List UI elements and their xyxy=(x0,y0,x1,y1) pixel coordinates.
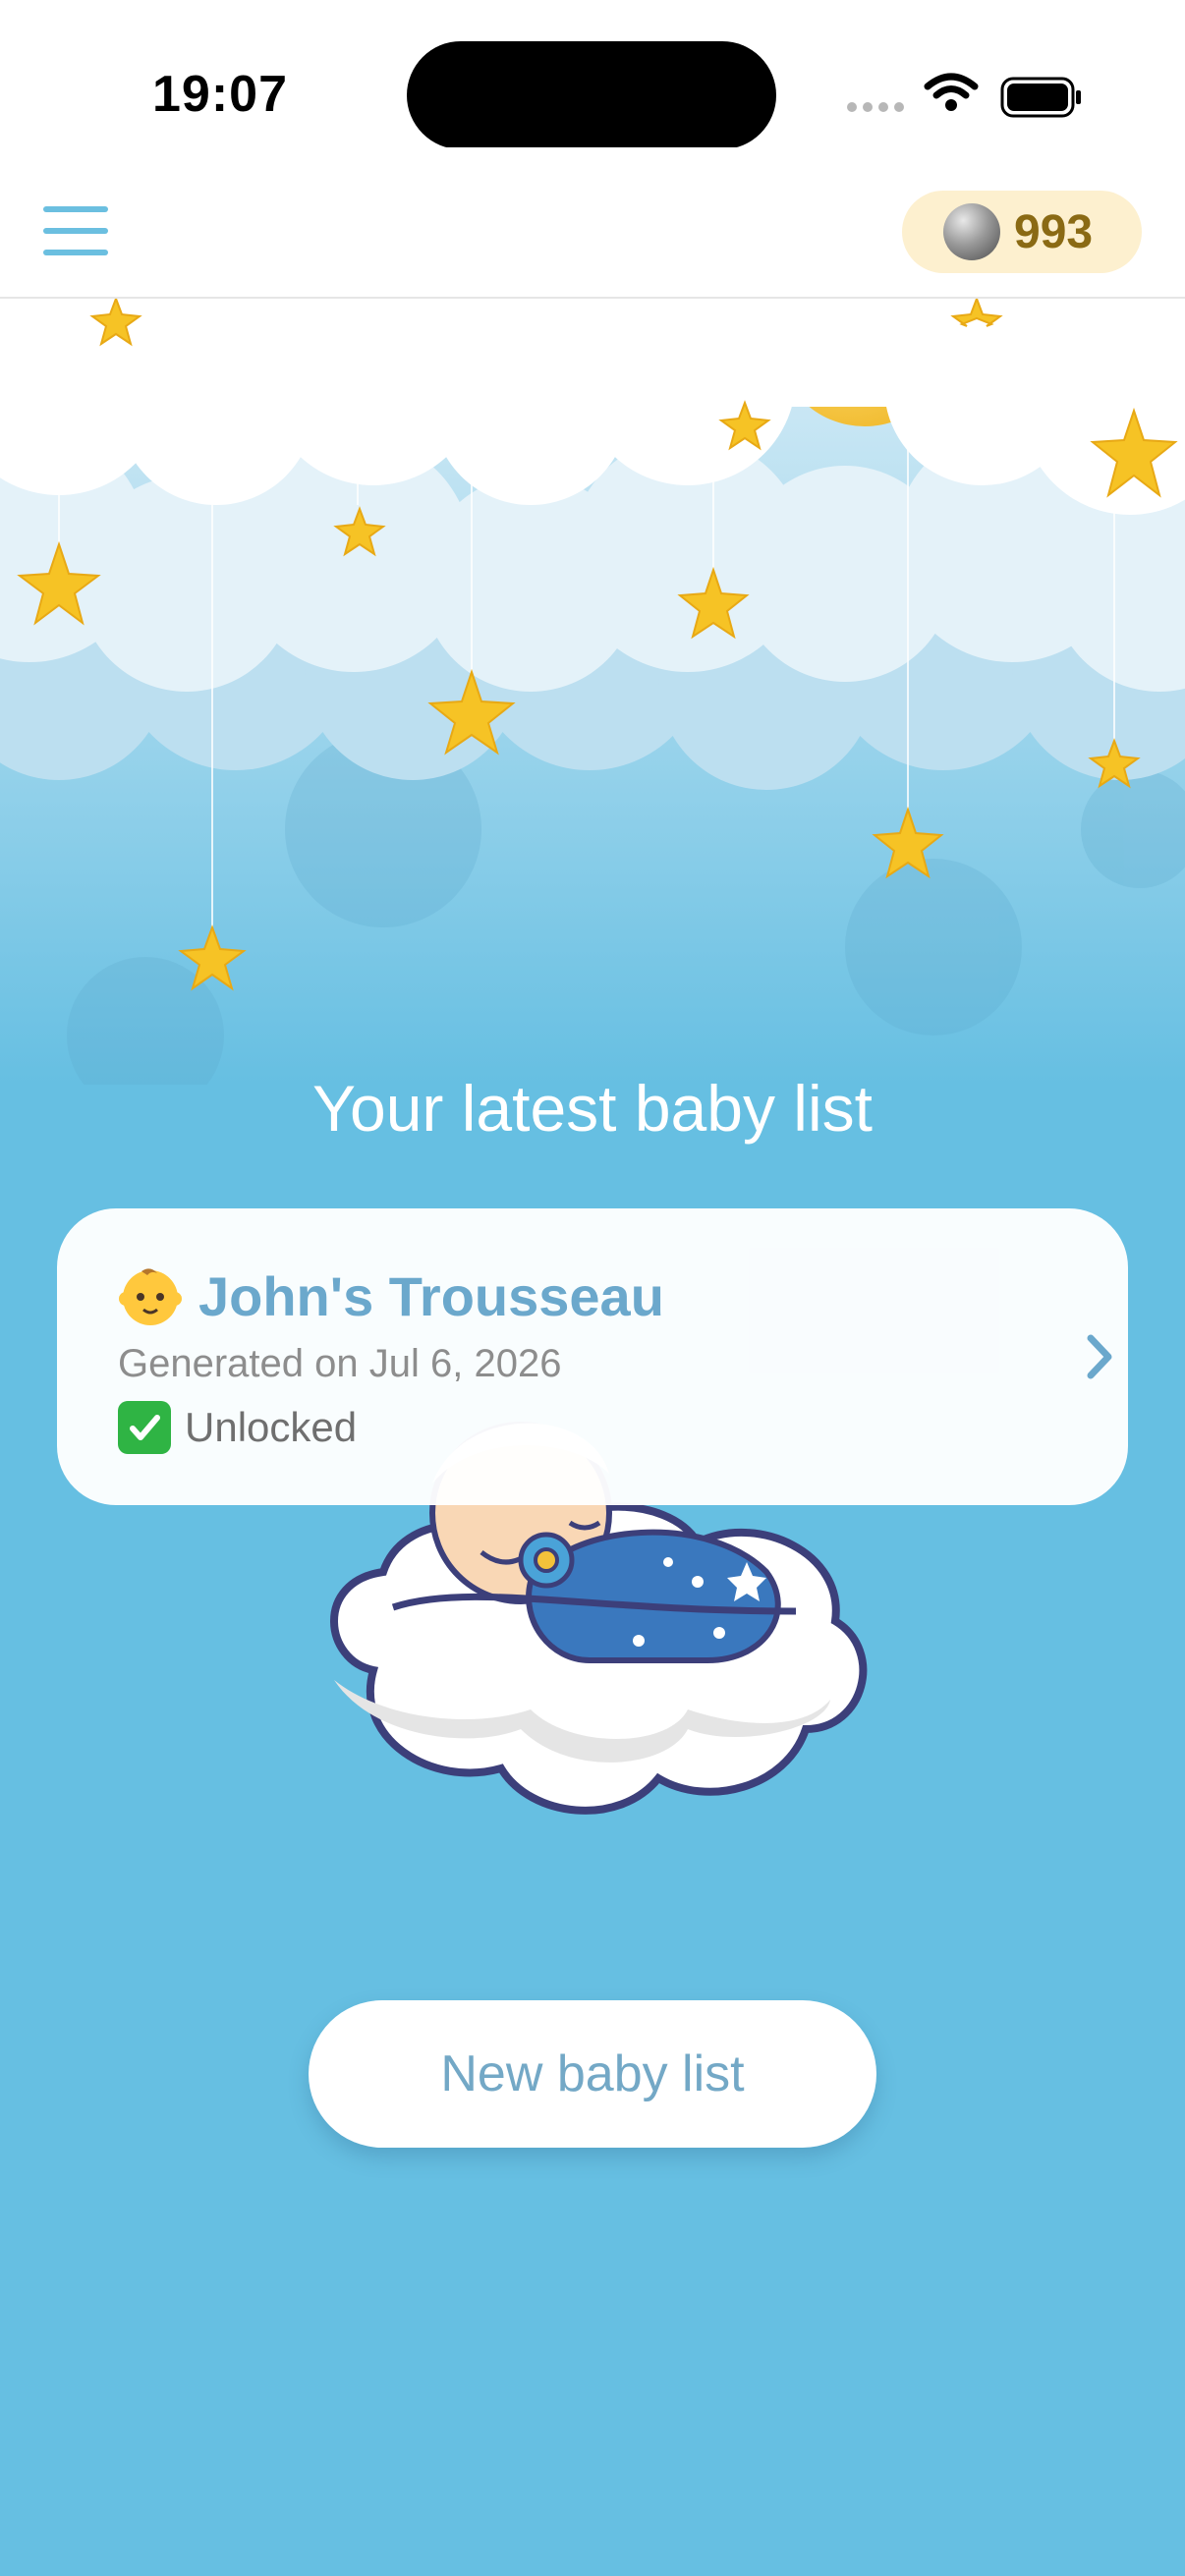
baby-face-icon xyxy=(119,1268,182,1325)
coin-count: 993 xyxy=(1014,205,1094,258)
sky-clouds-background xyxy=(0,299,1185,1085)
latest-list-card[interactable]: John's Trousseau Generated on Jul 6, 202… xyxy=(57,1208,1128,1505)
check-mark-icon xyxy=(118,1401,171,1454)
new-baby-list-button[interactable]: New baby list xyxy=(309,2000,876,2148)
cellular-signal-icon xyxy=(847,102,904,112)
battery-icon xyxy=(1000,77,1081,118)
coin-balance-badge[interactable]: 993 xyxy=(902,191,1142,273)
menu-button[interactable] xyxy=(43,206,108,255)
status-time: 19:07 xyxy=(152,66,288,123)
hamburger-icon xyxy=(43,206,108,212)
coin-icon xyxy=(943,203,1000,260)
card-status-row: Unlocked xyxy=(118,1401,357,1454)
card-status-label: Unlocked xyxy=(185,1404,358,1450)
card-title-row: John's Trousseau xyxy=(118,1263,664,1328)
dynamic-island xyxy=(407,41,776,149)
chevron-right-icon xyxy=(1087,1334,1112,1379)
latest-list-heading: Your latest baby list xyxy=(312,1072,873,1145)
app-header: 993 xyxy=(0,147,1185,299)
card-title: John's Trousseau xyxy=(198,1264,664,1327)
wifi-icon xyxy=(924,73,979,111)
card-generated-date: Generated on Jul 6, 2026 xyxy=(118,1342,562,1385)
